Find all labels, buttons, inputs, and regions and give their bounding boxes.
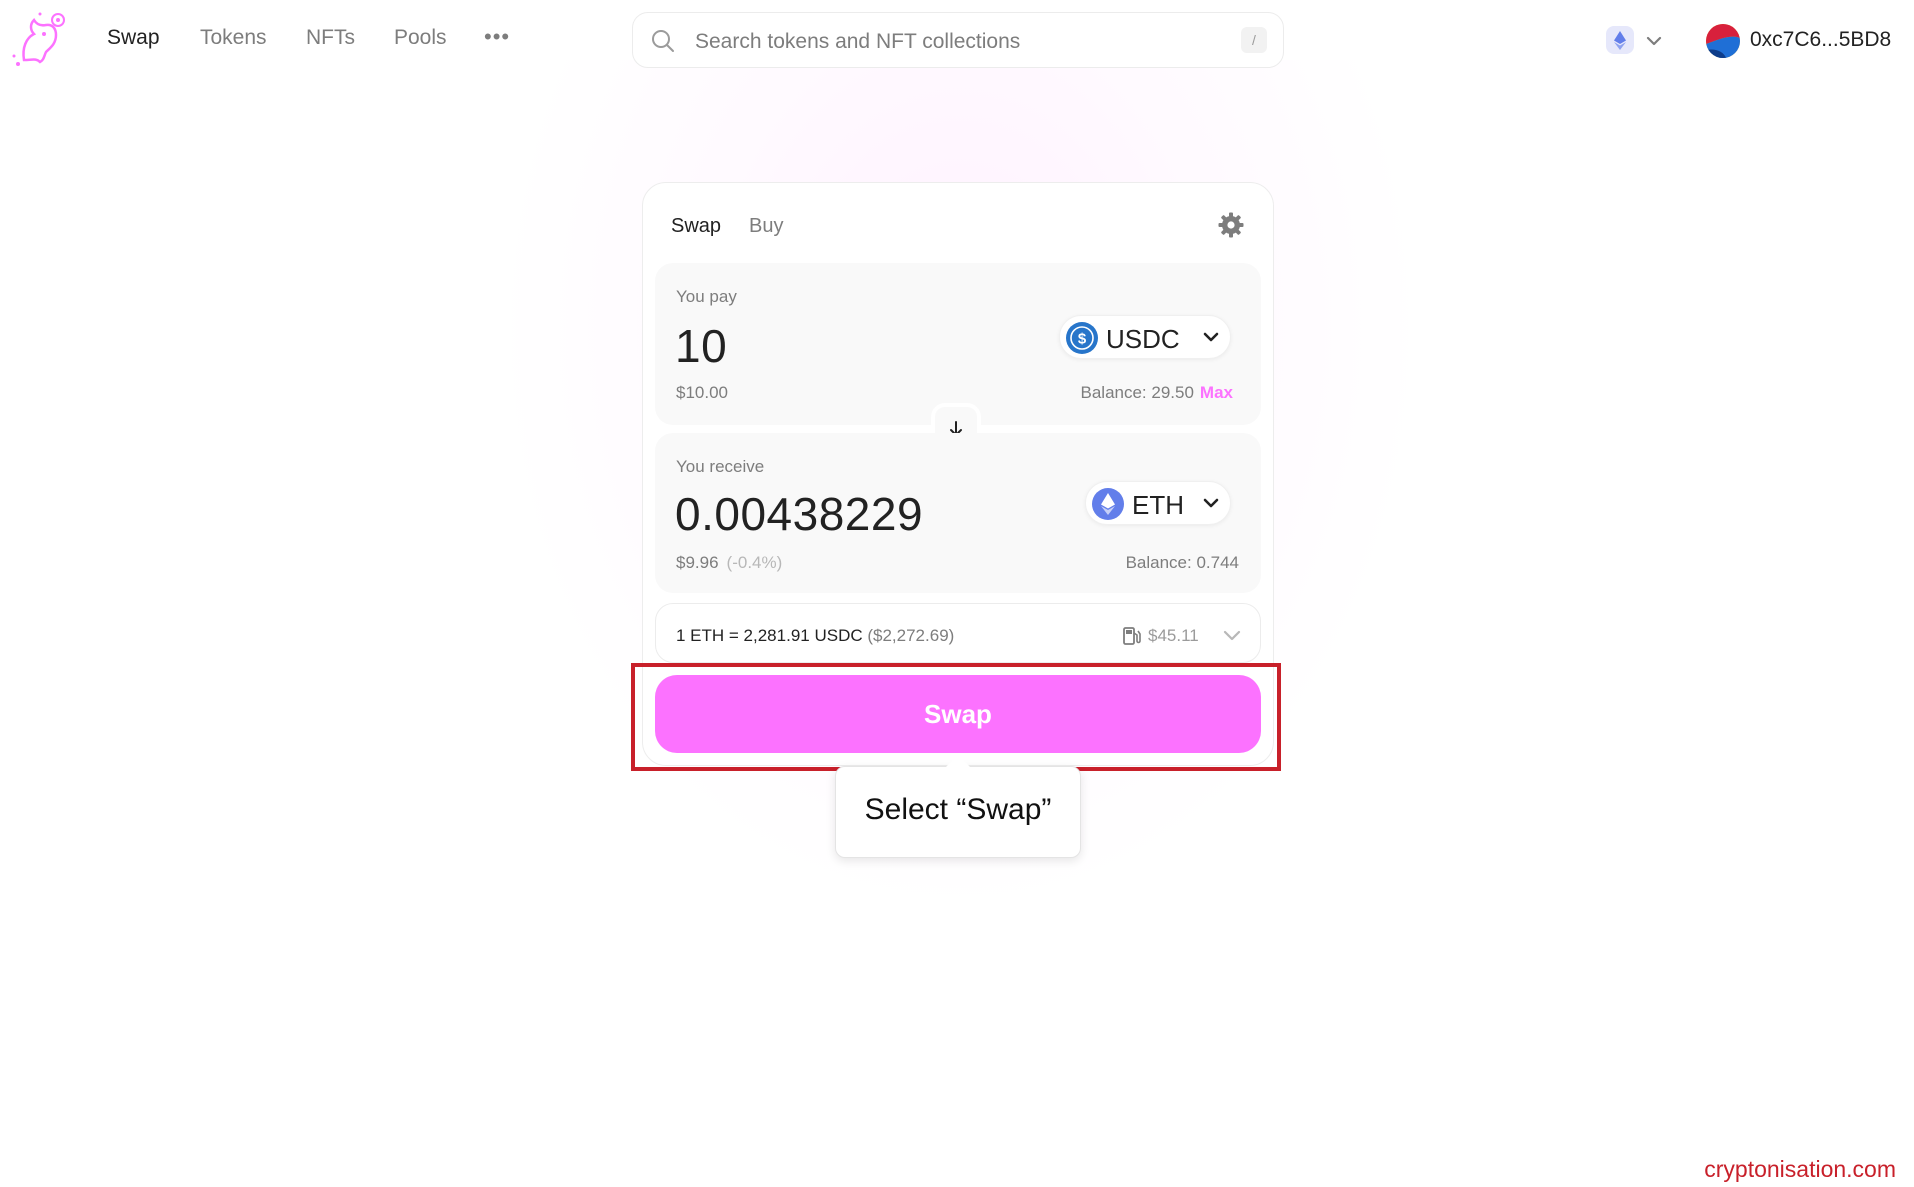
tooltip-text: Select “Swap”: [864, 793, 1052, 826]
chevron-down-icon: [1646, 34, 1662, 52]
tab-buy[interactable]: Buy: [749, 215, 783, 238]
gear-icon[interactable]: [1217, 211, 1245, 239]
avatar: [1706, 24, 1740, 58]
instruction-tooltip: Select “Swap”: [835, 754, 1081, 858]
ethereum-icon: [1092, 488, 1124, 520]
chevron-down-icon: [1202, 330, 1220, 349]
exchange-rate-fiat: ($2,272.69): [867, 626, 955, 645]
search-input[interactable]: [693, 27, 1217, 57]
usdc-icon: $: [1066, 322, 1098, 354]
pay-token-selector[interactable]: $ USDC: [1059, 315, 1231, 359]
account-address: 0xc7C6...5BD8: [1750, 28, 1892, 51]
search-shortcut-key: /: [1241, 27, 1267, 53]
chevron-down-icon: [1202, 496, 1220, 515]
pay-usd-value: $10.00: [676, 383, 728, 402]
search-icon: [651, 29, 675, 53]
swap-button[interactable]: Swap: [655, 675, 1261, 753]
max-button[interactable]: Max: [1200, 383, 1233, 402]
pay-panel: You pay 10 $ USDC $10.00 Balance: 29.50 M…: [655, 263, 1261, 425]
svg-text:$: $: [1078, 331, 1087, 348]
pay-label: You pay: [676, 287, 737, 306]
top-nav: Swap Tokens NFTs Pools ••• /: [0, 0, 1914, 82]
receive-usd-value: $9.96 (-0.4%): [676, 553, 782, 573]
exchange-rate-text: 1 ETH = 2,281.91 USDC: [676, 626, 863, 645]
pay-token-symbol: USDC: [1106, 324, 1180, 354]
uniswap-logo-icon[interactable]: [10, 8, 68, 70]
receive-amount[interactable]: 0.00438229: [675, 487, 923, 541]
receive-balance: Balance: 0.744: [1125, 553, 1239, 572]
receive-token-symbol: ETH: [1132, 490, 1184, 520]
receive-usd-amount: $9.96: [676, 553, 719, 572]
receive-panel: You receive 0.00438229 ETH $9.96 (-0.4%) …: [655, 433, 1261, 593]
pay-amount-input[interactable]: 10: [675, 319, 727, 373]
ethereum-icon: [1606, 26, 1634, 54]
gas-pump-icon: [1122, 626, 1142, 651]
more-menu-button[interactable]: •••: [484, 24, 510, 50]
account-button[interactable]: 0xc7C6...5BD8: [1706, 20, 1906, 62]
nav-swap[interactable]: Swap: [107, 26, 160, 50]
nav-nfts[interactable]: NFTs: [306, 26, 355, 50]
swap-card: Swap Buy You pay 10 $ USDC $10.00 Balanc…: [642, 182, 1274, 766]
rate-details-row[interactable]: 1 ETH = 2,281.91 USDC ($2,272.69) $45.11: [655, 603, 1261, 663]
pay-balance-text: Balance: 29.50: [1080, 383, 1194, 402]
search-bar[interactable]: /: [632, 12, 1284, 68]
pay-balance: Balance: 29.50 Max: [1081, 383, 1234, 403]
exchange-rate: 1 ETH = 2,281.91 USDC ($2,272.69): [676, 626, 954, 646]
app-window: Swap Tokens NFTs Pools ••• /: [0, 0, 1914, 1187]
nav-tokens[interactable]: Tokens: [200, 26, 267, 50]
network-selector[interactable]: [1604, 24, 1668, 56]
watermark: cryptonisation.com: [1704, 1156, 1896, 1182]
nav-pools[interactable]: Pools: [394, 26, 447, 50]
tooltip-arrow: [946, 754, 970, 767]
receive-label: You receive: [676, 457, 765, 476]
gas-fee: $45.11: [1148, 626, 1199, 645]
receive-token-selector[interactable]: ETH: [1085, 481, 1231, 525]
tab-swap[interactable]: Swap: [671, 215, 721, 238]
price-impact: (-0.4%): [726, 553, 783, 572]
chevron-down-icon: [1222, 629, 1242, 648]
